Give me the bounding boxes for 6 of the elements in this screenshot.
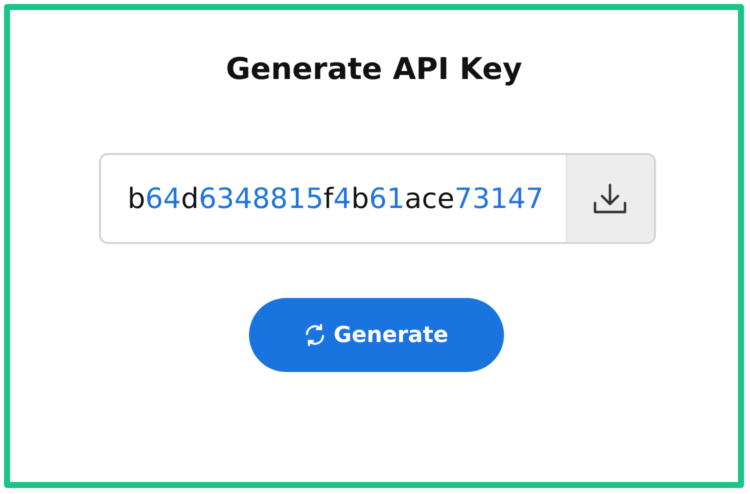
api-key-field[interactable]: b64d6348815f4b61ace73147 bbox=[98, 153, 656, 244]
download-icon bbox=[592, 182, 628, 216]
page-title: Generate API Key bbox=[226, 52, 522, 87]
refresh-icon bbox=[304, 324, 326, 346]
generate-button[interactable]: Generate bbox=[248, 298, 504, 372]
download-button[interactable] bbox=[566, 155, 654, 242]
